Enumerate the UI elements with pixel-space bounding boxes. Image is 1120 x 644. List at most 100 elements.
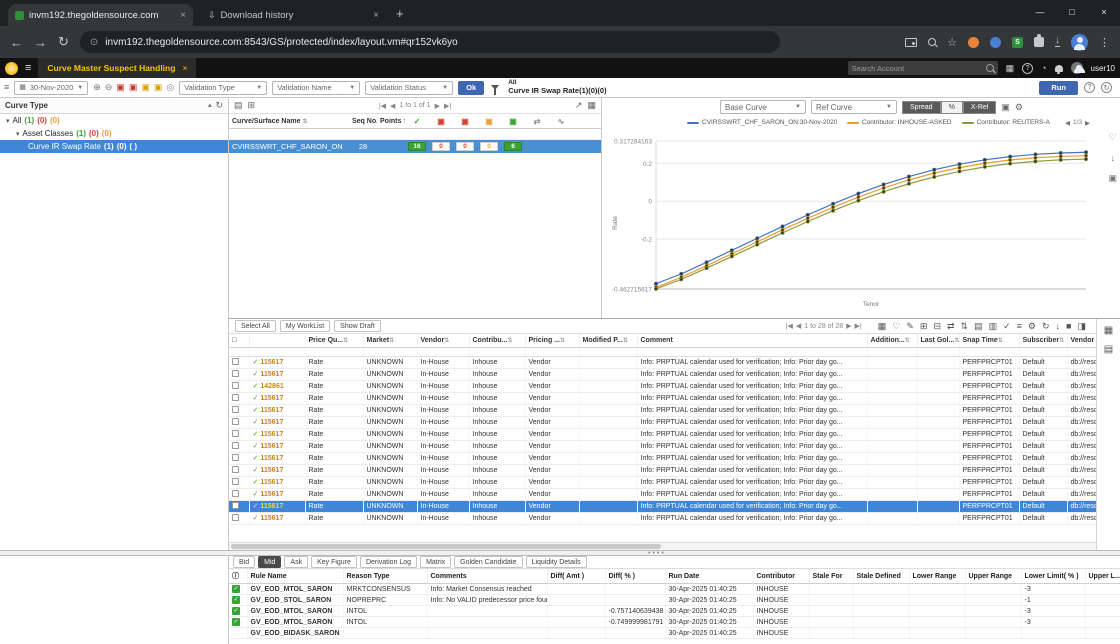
row-checkbox[interactable] bbox=[232, 369, 239, 377]
detail-column-header[interactable]: Run Date bbox=[665, 569, 754, 584]
table-row[interactable]: ✓ GV_EOD_MTOL_SARON MRKTCONSENSUS Info: … bbox=[229, 583, 1120, 595]
prev-page-icon[interactable]: ◀ bbox=[796, 322, 801, 330]
detail-tab[interactable]: Matrix bbox=[420, 556, 452, 568]
tab-close-icon[interactable]: × bbox=[180, 10, 186, 21]
horizontal-scrollbar[interactable] bbox=[229, 542, 1097, 550]
validation-name-select[interactable]: Validation Name ▼ bbox=[272, 80, 361, 95]
zoom-in-icon[interactable]: ⊕ bbox=[93, 83, 101, 92]
address-bar[interactable]: ⊙ invm192.thegoldensource.com:8543/GS/pr… bbox=[79, 31, 780, 53]
search-icon[interactable] bbox=[985, 64, 994, 72]
list-view-icon[interactable]: ▤ bbox=[1104, 344, 1113, 355]
zoom-out-icon[interactable]: ⊖ bbox=[105, 83, 113, 92]
table-row[interactable]: ✓ GV_EOD_STOL_SARON NOPREPRC Info: No VA… bbox=[229, 594, 1120, 606]
app-tab-close-icon[interactable]: × bbox=[182, 63, 187, 73]
sort-icon[interactable]: ⇅ bbox=[389, 338, 394, 344]
table-row[interactable]: ✓ 115617 Rate UNKNOWN In-House Inhouse Ve… bbox=[229, 392, 1120, 405]
grid-tab[interactable]: Select All bbox=[235, 320, 276, 332]
grid-column-header[interactable]: Market⇅ bbox=[363, 334, 418, 348]
row-checkbox[interactable] bbox=[232, 489, 239, 497]
table-row[interactable]: ✓ GV_EOD_BIDASK_SARON 30-Apr-2025 01:40:… bbox=[229, 627, 1120, 639]
edit-icon[interactable]: ✎ bbox=[906, 321, 914, 332]
row-checkbox[interactable] bbox=[232, 429, 239, 437]
search-icon[interactable] bbox=[928, 38, 937, 46]
legend-item[interactable]: CVIRSSWRT_CHF_SARON_ON:30-Nov-2020 bbox=[687, 119, 837, 126]
sort-icon[interactable]: ⇅ bbox=[905, 338, 910, 344]
table-row[interactable]: ✓ GV_EOD_MTOL_SARON INTOL -0.75714063943… bbox=[229, 605, 1120, 617]
row-checkbox[interactable] bbox=[232, 405, 239, 413]
notifications-bell-icon[interactable] bbox=[1054, 65, 1063, 74]
minimize-button[interactable]: — bbox=[1024, 0, 1056, 24]
new-tab-button[interactable]: + bbox=[396, 6, 404, 21]
validation-status-select[interactable]: Validation Status ▼ bbox=[365, 80, 454, 95]
columns-icon[interactable]: ▥ bbox=[989, 321, 998, 332]
sort-icon[interactable]: ⇅ bbox=[998, 338, 1003, 344]
next-page-icon[interactable]: ▶ bbox=[435, 102, 440, 110]
red-grid-icon[interactable]: ▣ bbox=[129, 83, 138, 92]
popout-icon[interactable]: ▣ bbox=[1001, 102, 1010, 112]
view-grid-icon[interactable]: ▦ bbox=[878, 321, 887, 332]
ref-curve-select[interactable]: Ref Curve ▼ bbox=[811, 100, 897, 114]
grid-column-header[interactable]: Vendor⇅ bbox=[417, 334, 470, 348]
grid-view-icon[interactable]: ▦ bbox=[1104, 325, 1113, 336]
sort-icon[interactable]: ⇅ bbox=[444, 338, 449, 344]
clock-icon[interactable]: ◔ bbox=[1041, 63, 1046, 73]
row-checkbox[interactable] bbox=[232, 477, 239, 485]
sort-icon[interactable]: ⇅ bbox=[961, 321, 969, 332]
browser-tab-site[interactable]: invm192.thegoldensource.com × bbox=[8, 4, 193, 26]
table-row[interactable]: ✓ 115617 Rate UNKNOWN In-House Inhouse Ve… bbox=[229, 476, 1120, 489]
last-page-icon[interactable]: ▶| bbox=[855, 322, 862, 330]
table-row[interactable]: ✓ 115617 Rate UNKNOWN In-House Inhouse Ve… bbox=[229, 356, 1120, 369]
help-icon[interactable]: ? bbox=[1022, 62, 1034, 74]
column-seq-no[interactable]: Seq No.⇅ bbox=[349, 118, 377, 125]
sort-icon[interactable]: ⇅ bbox=[623, 338, 628, 344]
first-page-icon[interactable]: |◀ bbox=[379, 102, 386, 110]
detail-column-header[interactable]: Reason Type bbox=[343, 569, 428, 584]
profile-avatar[interactable] bbox=[1071, 33, 1088, 51]
column-points[interactable]: Points⇅ bbox=[377, 118, 405, 125]
table-row[interactable]: ✓ 115617 Rate UNKNOWN In-House Inhouse Ve… bbox=[229, 464, 1120, 477]
legend-next-icon[interactable]: ▶ bbox=[1085, 119, 1090, 127]
first-page-icon[interactable]: |◀ bbox=[786, 322, 793, 330]
valid-count-icon[interactable]: ✓ bbox=[405, 117, 429, 126]
grid-column-header[interactable]: Price Qu...⇅ bbox=[305, 334, 364, 348]
expand-arrow-icon[interactable]: ▾ bbox=[16, 130, 20, 138]
target-icon[interactable]: ◎ bbox=[166, 83, 174, 92]
refresh-icon[interactable]: ↻ bbox=[215, 101, 223, 110]
refresh-circle-icon[interactable]: ↻ bbox=[1101, 82, 1112, 93]
red-layer-icon[interactable]: ▣ bbox=[116, 83, 125, 92]
menu-icon[interactable]: ≡ bbox=[1017, 321, 1022, 332]
chart-mode-button[interactable]: Spread bbox=[902, 100, 941, 114]
tree-item-curve-ir-swap-rate[interactable]: Curve IR Swap Rate (1) (0)( ) bbox=[0, 140, 228, 153]
close-button[interactable]: × bbox=[1088, 0, 1120, 24]
table-row[interactable]: ✓ 115617 Rate UNKNOWN In-House Inhouse Ve… bbox=[229, 428, 1120, 441]
remove-row-icon[interactable]: ⊟ bbox=[933, 321, 941, 332]
table-row[interactable]: ✓ 115617 Rate UNKNOWN In-House Inhouse Ve… bbox=[229, 500, 1120, 513]
cast-icon[interactable] bbox=[905, 37, 918, 47]
expand-icon[interactable]: ▣ bbox=[1108, 173, 1117, 184]
grid-column-header[interactable]: Contribu...⇅ bbox=[469, 334, 526, 348]
expand-arrow-icon[interactable]: ▾ bbox=[6, 117, 10, 125]
apps-grid-icon[interactable]: ▦ bbox=[1006, 63, 1015, 74]
table-row[interactable]: ✓ 115617 Rate UNKNOWN In-House Inhouse Ve… bbox=[229, 512, 1120, 525]
tree-item-asset-classes[interactable]: ▾ Asset Classes (1) (0) (0) bbox=[0, 127, 228, 140]
legend-item[interactable]: Contributor: REUTERS-A bbox=[961, 119, 1050, 126]
forward-icon[interactable]: → bbox=[34, 35, 47, 50]
swap-icon[interactable]: ⇄ bbox=[947, 321, 955, 332]
table-row[interactable]: ✓ 115617 Rate UNKNOWN In-House Inhouse Ve… bbox=[229, 452, 1120, 465]
detail-tab[interactable]: Ask bbox=[284, 556, 309, 568]
download-icon[interactable]: ↓ bbox=[1056, 321, 1061, 332]
chart-mode-button[interactable]: X-Rel bbox=[962, 100, 997, 114]
detail-column-header[interactable]: Diff( Amt ) bbox=[547, 569, 606, 584]
row-checkbox[interactable] bbox=[232, 357, 239, 365]
row-checkbox[interactable] bbox=[232, 417, 239, 425]
list-icon[interactable]: ≡ bbox=[4, 83, 9, 92]
favorite-icon[interactable]: ♡ bbox=[1109, 132, 1117, 143]
ok-button[interactable]: Ok bbox=[458, 80, 485, 95]
column-curve-surface-name[interactable]: Curve/Surface Name ⇅ bbox=[229, 118, 349, 125]
rows-icon[interactable]: ▤ bbox=[974, 321, 983, 332]
share-icon[interactable]: ↗ bbox=[575, 101, 583, 110]
row-checkbox[interactable] bbox=[232, 393, 239, 401]
run-button[interactable]: Run bbox=[1039, 80, 1078, 95]
curve-row[interactable]: CVIRSSWRT_CHF_SARON_ON 28 16 0 0 0 6 bbox=[229, 140, 601, 153]
table-row[interactable]: ✓ 115617 Rate UNKNOWN In-House Inhouse Ve… bbox=[229, 440, 1120, 453]
